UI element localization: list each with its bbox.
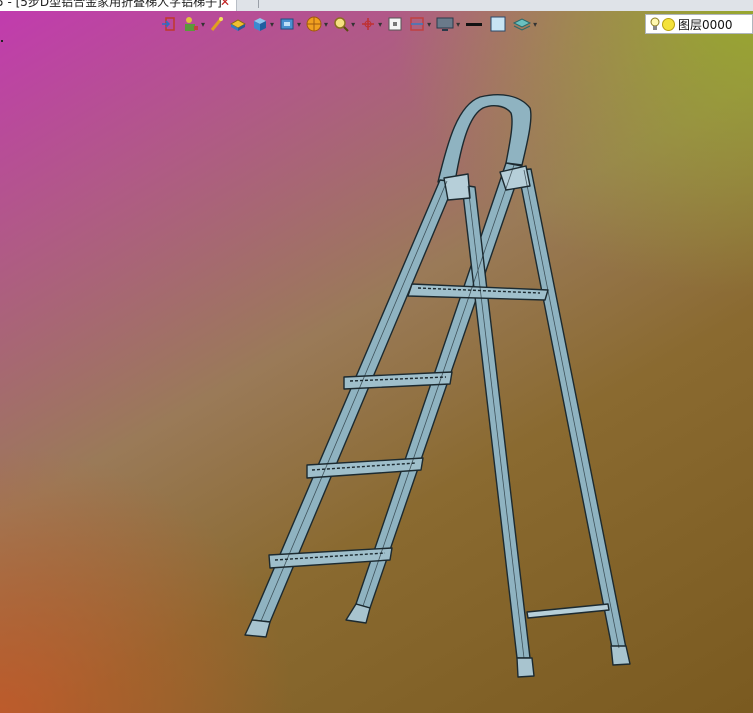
back-left-rail-edge: [467, 185, 525, 659]
insert-part-button[interactable]: ▾: [182, 13, 205, 35]
brush-button[interactable]: [209, 13, 225, 35]
zoom-icon: [334, 17, 349, 32]
exit-sketch-button[interactable]: [160, 13, 178, 35]
color-button[interactable]: [488, 13, 508, 35]
coordinate-button[interactable]: ▾: [359, 13, 382, 35]
back-right-foot: [610, 645, 631, 666]
front-right-foot: [345, 603, 371, 624]
exit-icon: [162, 17, 175, 31]
back-right-rail: [517, 168, 627, 649]
ladder-model: [244, 94, 631, 678]
tab-separator: [258, 0, 259, 8]
line-style-button[interactable]: [464, 13, 484, 35]
line-icon: [466, 23, 483, 26]
render-button[interactable]: ▾: [305, 13, 328, 35]
document-tab-title: 5 - [5步D型铝合金家用折叠梯人字铝梯子]: [0, 0, 222, 9]
back-left-foot: [516, 657, 535, 678]
zoom-button[interactable]: ▾: [332, 13, 355, 35]
section-button[interactable]: ▾: [408, 13, 431, 35]
back-cross-bar: [526, 603, 610, 619]
chevron-down-icon[interactable]: ▾: [297, 20, 301, 29]
cube-icon: [254, 18, 267, 31]
chevron-down-icon[interactable]: ▾: [533, 20, 537, 29]
axis-icon: [362, 18, 375, 30]
top-platform: [407, 283, 549, 301]
chevron-down-icon[interactable]: ▾: [456, 20, 460, 29]
chevron-down-icon[interactable]: ▾: [270, 20, 274, 29]
back-right-rail-edge: [523, 169, 620, 649]
document-tab[interactable]: 5 - [5步D型铝合金家用折叠梯人字铝梯子] ✕: [0, 0, 237, 11]
layers-button[interactable]: ▾: [512, 13, 537, 35]
view-cube-icon: [280, 18, 294, 30]
display-icon: [436, 17, 454, 31]
layer-selector[interactable]: 图层0000: [645, 14, 753, 34]
view-cube-button[interactable]: ▾: [278, 13, 301, 35]
frame-button[interactable]: [386, 13, 404, 35]
lightbulb-icon[interactable]: [650, 17, 660, 31]
left-hinge-plate: [443, 173, 471, 201]
display-button[interactable]: ▾: [435, 13, 460, 35]
close-icon[interactable]: ✕: [220, 0, 230, 11]
layers-icon: [513, 18, 532, 31]
sun-icon[interactable]: [662, 17, 675, 31]
material-icon: [230, 19, 247, 31]
chevron-down-icon[interactable]: ▾: [427, 20, 431, 29]
document-tab-bar: 5 - [5步D型铝合金家用折叠梯人字铝梯子] ✕: [0, 0, 753, 11]
cube-button[interactable]: ▾: [251, 13, 274, 35]
cursor-dot: [1, 40, 3, 42]
color-swatch-icon: [490, 16, 506, 32]
section-icon: [410, 17, 424, 31]
chevron-down-icon[interactable]: ▾: [201, 20, 205, 29]
render-icon: [306, 16, 322, 32]
frame-icon: [388, 17, 402, 31]
chevron-down-icon[interactable]: ▾: [324, 20, 328, 29]
front-left-foot: [244, 619, 271, 638]
brush-icon: [210, 17, 224, 31]
material-button[interactable]: [229, 13, 247, 35]
insert-icon: [185, 17, 198, 31]
chevron-down-icon[interactable]: ▾: [378, 20, 382, 29]
layer-name: 图层0000: [678, 17, 733, 32]
chevron-down-icon[interactable]: ▾: [351, 20, 355, 29]
